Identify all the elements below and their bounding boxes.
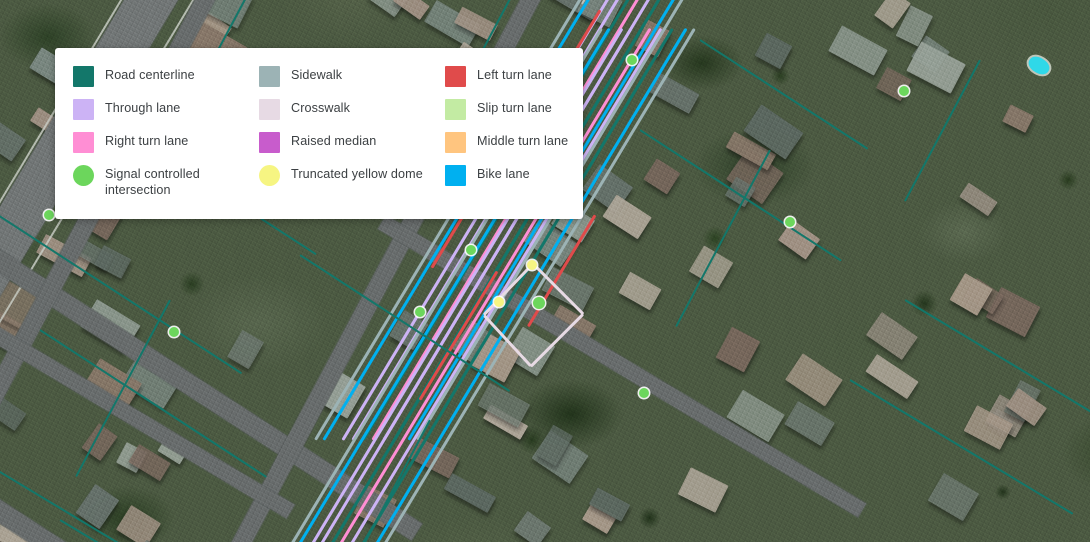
through-lane-swatch-icon [73,99,94,120]
map-marker-signal-controlled-intersection[interactable] [639,388,649,398]
slip-turn-lane-swatch-icon [445,99,466,120]
crosswalk-edge [529,312,585,368]
lane-line-road-centerline [0,209,243,375]
legend-item-signal-controlled-intersection[interactable]: Signal controlled intersection [73,164,259,197]
legend-label-sidewalk: Sidewalk [291,68,343,82]
map-marker-signal-controlled-intersection[interactable] [169,327,179,337]
legend-item-sidewalk[interactable]: Sidewalk [259,65,445,98]
sidewalk-swatch-icon [259,66,280,87]
legend-label-left-turn-lane: Left turn lane [477,68,552,82]
legend-label-signal-controlled-intersection: Signal controlled intersection [105,167,200,197]
map-marker-signal-controlled-intersection[interactable] [785,217,795,227]
bike-lane-swatch-icon [445,165,466,186]
left-turn-lane-swatch-icon [445,66,466,87]
legend-label-raised-median: Raised median [291,134,377,148]
legend-label-road-centerline: Road centerline [105,68,195,82]
road-centerline-swatch-icon [73,66,94,87]
legend-item-slip-turn-lane[interactable]: Slip turn lane [445,98,569,131]
map-marker-signal-controlled-intersection[interactable] [899,86,909,96]
legend-item-truncated-yellow-dome[interactable]: Truncated yellow dome [259,164,445,197]
lane-line-road-centerline [639,129,842,262]
legend-label-slip-turn-lane: Slip turn lane [477,101,552,115]
lane-line-road-centerline [849,379,1074,515]
lane-line-road-centerline [675,149,771,328]
legend-item-road-centerline[interactable]: Road centerline [73,65,259,98]
lane-line-road-centerline [904,59,981,202]
legend-label-crosswalk: Crosswalk [291,101,350,115]
legend-label-middle-turn-lane: Middle turn lane [477,134,569,148]
legend-item-raised-median[interactable]: Raised median [259,131,445,164]
middle-turn-lane-swatch-icon [445,132,466,153]
legend-item-through-lane[interactable]: Through lane [73,98,259,131]
legend-label-through-lane: Through lane [105,101,181,115]
legend-item-middle-turn-lane[interactable]: Middle turn lane [445,131,569,164]
raised-median-swatch-icon [259,132,280,153]
map-marker-truncated-yellow-dome[interactable] [494,297,504,307]
map-application: Road centerline Sidewalk Left turn lane … [0,0,1090,542]
legend-label-bike-lane: Bike lane [477,167,530,181]
map-marker-signal-controlled-intersection[interactable] [627,55,637,65]
right-turn-lane-swatch-icon [73,132,94,153]
crosswalk-swatch-icon [259,99,280,120]
map-marker-signal-controlled-intersection[interactable] [44,210,54,220]
legend-item-right-turn-lane[interactable]: Right turn lane [73,131,259,164]
map-marker-signal-controlled-intersection[interactable] [466,245,476,255]
map-marker-truncated-yellow-dome[interactable] [527,260,537,270]
signal-controlled-intersection-swatch-icon [73,165,94,186]
map-legend-panel: Road centerline Sidewalk Left turn lane … [55,48,583,219]
lane-line-road-centerline [699,39,869,150]
lane-line-road-centerline [75,299,171,478]
lane-line-road-centerline [39,329,267,478]
lane-line-road-centerline [904,299,1090,415]
legend-item-bike-lane[interactable]: Bike lane [445,164,569,197]
legend-label-truncated-yellow-dome: Truncated yellow dome [291,167,423,181]
legend-item-crosswalk[interactable]: Crosswalk [259,98,445,131]
truncated-yellow-dome-swatch-icon [259,165,280,186]
legend-label-right-turn-lane: Right turn lane [105,134,189,148]
legend-item-left-turn-lane[interactable]: Left turn lane [445,65,569,98]
map-marker-signal-controlled-intersection[interactable] [415,307,425,317]
lane-line-road-centerline [0,459,178,542]
map-marker-signal-controlled-intersection[interactable] [533,297,545,309]
